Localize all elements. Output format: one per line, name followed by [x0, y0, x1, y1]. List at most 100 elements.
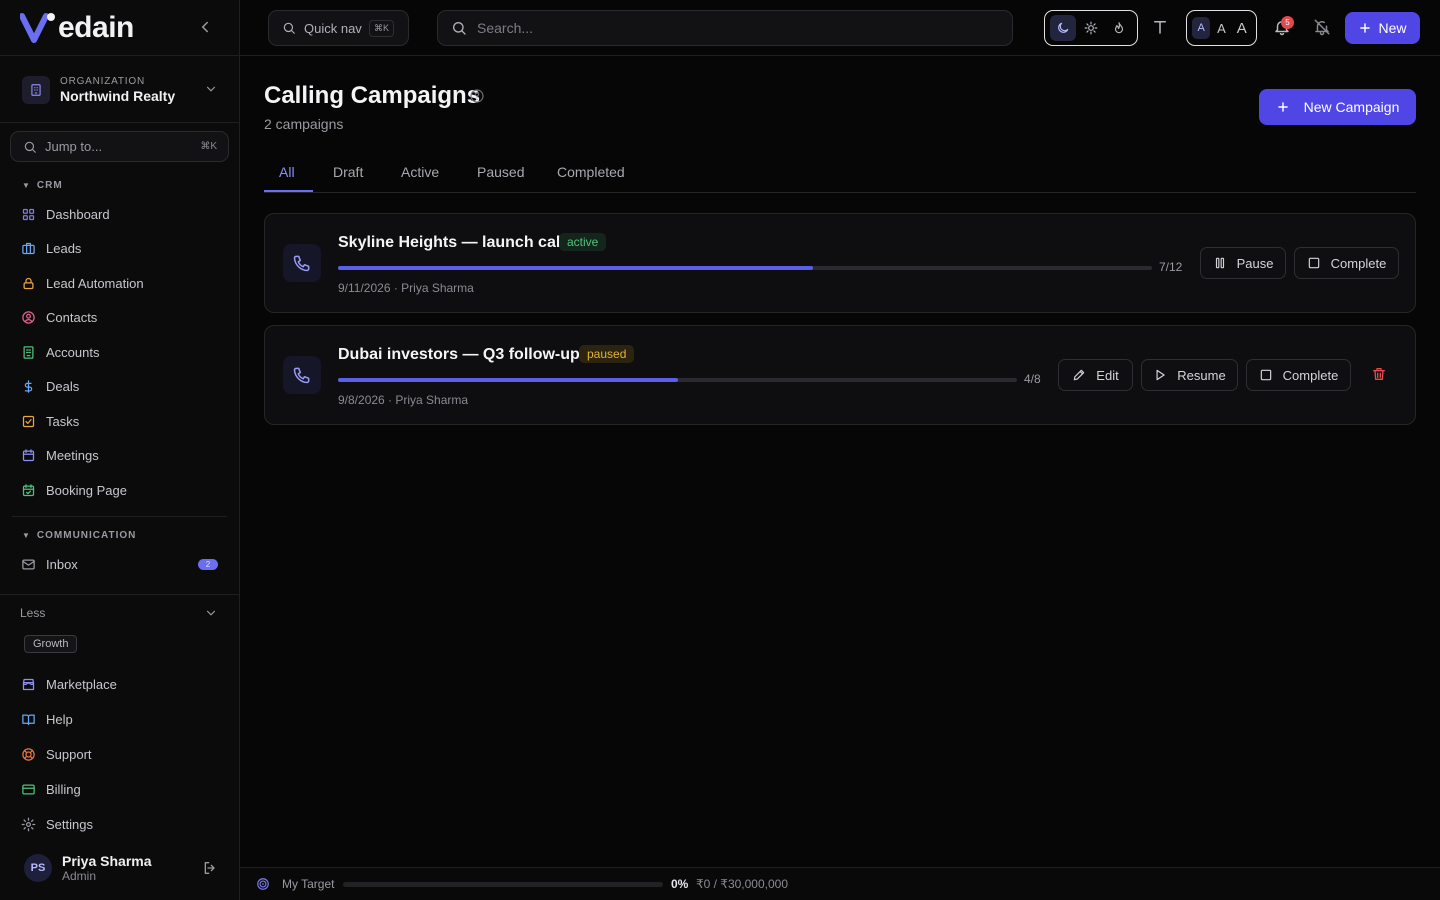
search-icon: [283, 22, 295, 34]
sidebar-item-label: Meetings: [46, 448, 99, 463]
moon-icon[interactable]: [1050, 15, 1076, 41]
sidebar: edain ORGANIZATION Northwind Realty Jump…: [0, 0, 240, 900]
campaign-count: 2 campaigns: [264, 116, 344, 132]
jump-to-input[interactable]: Jump to... ⌘K: [10, 131, 229, 162]
sidebar-item-support[interactable]: Support: [20, 740, 220, 768]
status-tabs: All Draft Active Paused Completed: [264, 152, 1416, 193]
complete-button[interactable]: Complete: [1246, 359, 1351, 391]
divider: [12, 516, 227, 517]
progress-fill: [338, 378, 678, 382]
tab-all[interactable]: All: [279, 164, 295, 180]
section-communication[interactable]: ▼ COMMUNICATION: [22, 530, 136, 541]
section-crm[interactable]: ▼ CRM: [22, 180, 63, 191]
plus-icon: [1360, 23, 1371, 33]
target-icon: [256, 877, 270, 891]
theme-switcher: [1044, 10, 1138, 46]
trash-icon[interactable]: [1371, 366, 1387, 382]
campaign-card[interactable]: Dubai investors — Q3 follow-ups paused 4…: [264, 325, 1416, 425]
sidebar-item-inbox[interactable]: Inbox 2: [20, 550, 220, 578]
edit-button[interactable]: Edit: [1058, 359, 1133, 391]
font-size-large[interactable]: A: [1233, 17, 1251, 39]
help-circle-icon[interactable]: [469, 88, 485, 104]
store-icon: [20, 676, 36, 692]
tab-completed[interactable]: Completed: [557, 164, 625, 180]
sidebar-item-billing[interactable]: Billing: [20, 775, 220, 803]
grid-icon: [20, 206, 36, 222]
sidebar-item-label: Inbox: [46, 556, 78, 572]
logout-icon[interactable]: [202, 860, 218, 876]
pause-label: Pause: [1236, 255, 1274, 271]
user-profile[interactable]: PS Priya Sharma Admin: [24, 851, 220, 885]
sidebar-item-label: Deals: [46, 379, 80, 394]
tab-active[interactable]: Active: [401, 164, 439, 180]
user-name: Priya Sharma: [62, 853, 152, 869]
font-size-medium[interactable]: A: [1212, 17, 1230, 39]
sidebar-item-booking-page[interactable]: Booking Page: [20, 476, 220, 504]
sun-icon[interactable]: [1078, 15, 1104, 41]
quick-nav-button[interactable]: Quick nav ⌘K: [268, 10, 409, 46]
org-switcher[interactable]: ORGANIZATION Northwind Realty: [22, 72, 222, 108]
sidebar-item-leads[interactable]: Leads: [20, 235, 220, 263]
divider: [0, 594, 240, 595]
sidebar-item-label: Tasks: [46, 413, 80, 429]
campaign-card[interactable]: Skyline Heights — launch calls active 7/…: [264, 213, 1416, 313]
avatar: PS: [24, 854, 52, 882]
status-badge: active: [559, 233, 607, 251]
flame-icon[interactable]: [1106, 15, 1132, 41]
sidebar-item-dashboard[interactable]: Dashboard: [20, 200, 220, 228]
sidebar-item-label: Contacts: [46, 310, 98, 325]
target-amount: ₹0 / ₹30,000,000: [696, 877, 789, 891]
campaign-name[interactable]: Skyline Heights — launch calls: [338, 234, 574, 252]
resume-button[interactable]: Resume: [1141, 359, 1238, 391]
sidebar-item-label: Help: [46, 711, 73, 727]
sidebar-item-meetings[interactable]: Meetings: [20, 442, 220, 470]
jump-shortcut: ⌘K: [200, 141, 217, 152]
collapse-sidebar-button[interactable]: [196, 18, 214, 36]
page-title: Calling Campaigns: [264, 82, 481, 109]
sidebar-item-lead-automation[interactable]: Lead Automation: [20, 269, 220, 297]
pause-button[interactable]: Pause: [1200, 247, 1286, 279]
sidebar-item-label: Dashboard: [46, 206, 110, 222]
sidebar-item-label: Settings: [46, 816, 93, 832]
gear-icon: [20, 816, 36, 832]
sidebar-item-tasks[interactable]: Tasks: [20, 407, 220, 435]
sidebar-item-contacts[interactable]: Contacts: [20, 304, 220, 332]
less-toggle[interactable]: Less: [20, 603, 220, 623]
bell-off-icon[interactable]: [1313, 18, 1331, 36]
sidebar-item-deals[interactable]: Deals: [20, 373, 220, 401]
unread-count-badge: 2: [198, 559, 218, 570]
phone-icon: [283, 356, 321, 394]
play-icon: [1156, 369, 1165, 381]
sidebar-item-help[interactable]: Help: [20, 705, 220, 733]
target-percent: 0%: [671, 877, 689, 891]
campaign-name[interactable]: Dubai investors — Q3 follow-ups: [338, 346, 589, 364]
sidebar-item-label: Booking Page: [46, 482, 127, 498]
target-label: My Target: [282, 877, 335, 891]
target-bar: My Target 0% ₹0 / ₹30,000,000: [240, 867, 1440, 900]
new-button[interactable]: New: [1345, 12, 1420, 44]
search-input[interactable]: Search...: [437, 10, 1013, 46]
calendar-check-icon: [20, 482, 36, 498]
typography-icon[interactable]: [1151, 18, 1169, 36]
building-icon: [22, 76, 50, 104]
tab-paused[interactable]: Paused: [477, 164, 524, 180]
sidebar-item-marketplace[interactable]: Marketplace: [20, 670, 220, 698]
quick-nav-label: Quick nav: [304, 20, 362, 36]
complete-label: Complete: [1330, 255, 1387, 271]
sidebar-item-label: Support: [46, 746, 92, 762]
app-logo[interactable]: edain: [20, 8, 134, 48]
sidebar-item-settings[interactable]: Settings: [20, 810, 220, 838]
square-icon: [1260, 369, 1271, 381]
tab-draft[interactable]: Draft: [333, 164, 363, 180]
sidebar-item-label: Accounts: [46, 344, 100, 360]
sidebar-item-accounts[interactable]: Accounts: [20, 338, 220, 366]
square-icon: [1308, 257, 1319, 269]
new-campaign-button[interactable]: New Campaign: [1259, 89, 1416, 125]
progress-count: 4/8: [1024, 372, 1041, 386]
complete-button[interactable]: Complete: [1294, 247, 1399, 279]
plan-badge: Growth: [24, 635, 78, 653]
dollar-icon: [20, 379, 36, 395]
calendar-icon: [20, 448, 36, 464]
font-size-small[interactable]: A: [1192, 17, 1211, 39]
search-icon: [24, 141, 36, 153]
